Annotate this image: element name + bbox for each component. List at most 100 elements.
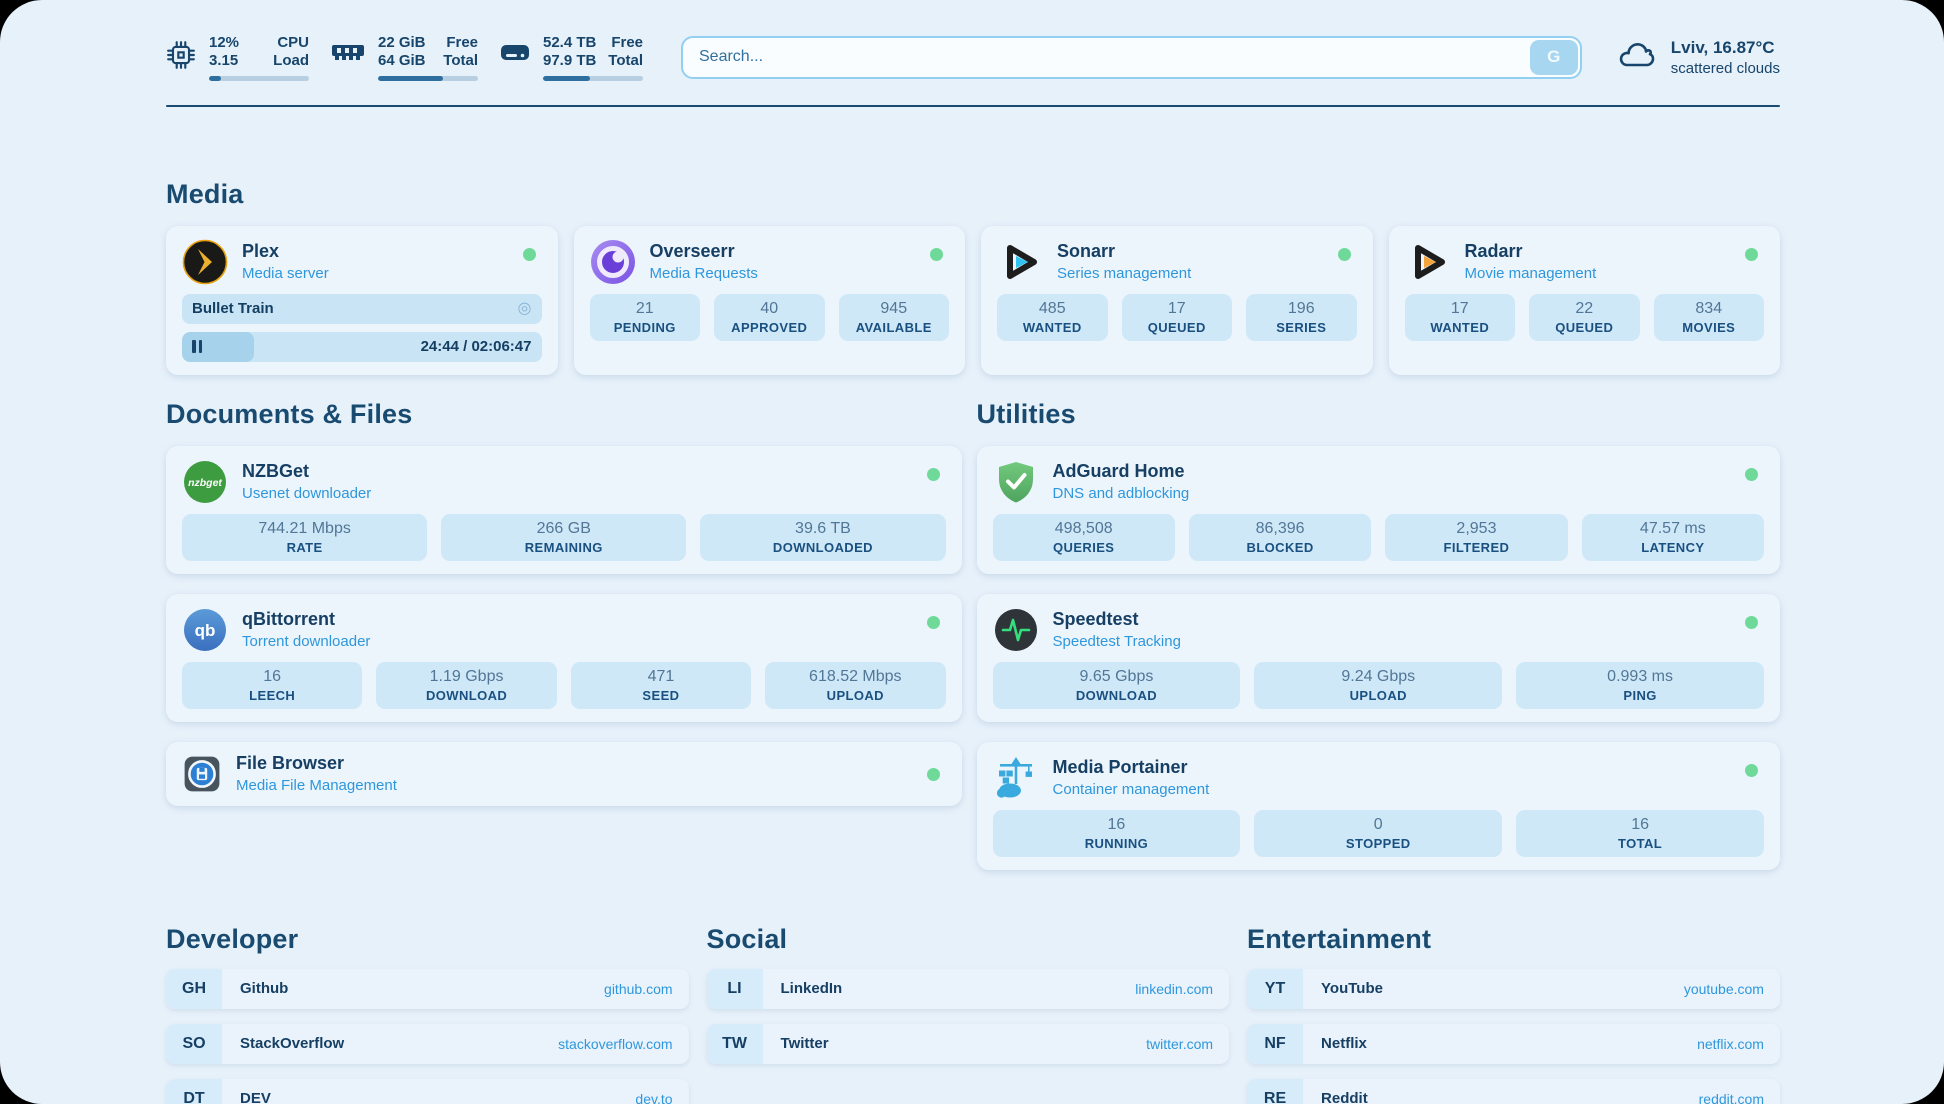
stat-label: WANTED [1023,320,1082,335]
bookmark-stackoverflow[interactable]: SO StackOverflow stackoverflow.com [166,1024,689,1064]
service-title: Media Portainer [1053,757,1210,779]
overseerr-icon [590,239,636,285]
service-card-filebrowser[interactable]: File Browser Media File Management [166,742,962,806]
stat-label: Total [608,52,643,70]
stat-upload: 9.24 Gbps UPLOAD [1254,662,1502,709]
bookmark-url: reddit.com [1699,1091,1764,1104]
stat-label: WANTED [1430,320,1489,335]
stat-label: AVAILABLE [856,320,932,335]
status-dot [1338,248,1351,261]
service-title: NZBGet [242,461,371,483]
entertainment-column: Entertainment YT YouTube youtube.com NF … [1247,924,1780,1104]
service-card-adguard[interactable]: AdGuard Home DNS and adblocking 498,508 … [977,446,1780,574]
stat-value: 744.21 Mbps [258,519,351,538]
dashboard-page: 12% 3.15 CPU Load [0,0,1944,1104]
stat-label: DOWNLOADED [773,540,873,555]
bookmark-youtube[interactable]: YT YouTube youtube.com [1247,969,1780,1009]
disk-icon [500,40,530,64]
search-input[interactable] [681,36,1582,79]
service-card-portainer[interactable]: Media Portainer Container management 16 … [977,742,1780,870]
sonarr-icon [997,239,1043,285]
pause-button[interactable] [192,340,202,353]
service-card-plex[interactable]: Plex Media server Bullet Train ◎ 24:44 /… [166,226,558,375]
status-dot [1745,248,1758,261]
cpu-values: 12% 3.15 [209,34,239,71]
service-card-speedtest[interactable]: Speedtest Speedtest Tracking 9.65 Gbps D… [977,594,1780,722]
stat-series: 196 SERIES [1246,294,1357,341]
stat-latency: 47.57 ms LATENCY [1582,514,1764,561]
stat-download: 9.65 Gbps DOWNLOAD [993,662,1241,709]
bookmark-url: dev.to [635,1091,672,1104]
status-dot [930,248,943,261]
stat-blocked: 86,396 BLOCKED [1189,514,1371,561]
stat-queued: 17 QUEUED [1122,294,1233,341]
playback-time: 24:44 / 02:06:47 [421,338,532,355]
radarr-icon [1405,239,1451,285]
bookmark-dev[interactable]: DT DEV dev.to [166,1079,689,1104]
stat-value: 0 [1374,815,1383,834]
status-dot [1745,764,1758,777]
status-dot [523,248,536,261]
stat-value: 16 [1108,815,1126,834]
stat-running: 16 RUNNING [993,810,1241,857]
stat-value: 39.6 TB [795,519,851,538]
bookmark-name: Netflix [1321,1035,1367,1052]
service-card-nzbget[interactable]: nzbget NZBGet Usenet downloader 744.21 M… [166,446,962,574]
service-card-qbittorrent[interactable]: qb qBittorrent Torrent downloader 16 LEE… [166,594,962,722]
bookmark-name: YouTube [1321,980,1383,997]
bookmark-github[interactable]: GH Github github.com [166,969,689,1009]
disk-labels: Free Total [608,34,643,71]
disk-progress-fill [543,76,590,81]
bookmark-abbr: LI [707,969,763,1009]
ram-progress-fill [378,76,443,81]
bookmark-netflix[interactable]: NF Netflix netflix.com [1247,1024,1780,1064]
section-title-social: Social [707,924,1230,955]
stat-label: PENDING [614,320,676,335]
ram-values: 22 GiB 64 GiB [378,34,426,71]
media-card-row: Plex Media server Bullet Train ◎ 24:44 /… [166,226,1780,375]
bookmark-name: DEV [240,1090,271,1104]
bookmark-reddit[interactable]: RE Reddit reddit.com [1247,1079,1780,1104]
service-subtitle: Usenet downloader [242,485,371,502]
stat-value: 17 [1168,299,1186,318]
service-subtitle: Speedtest Tracking [1053,633,1181,650]
status-dot [927,768,940,781]
stat-value: 22 [1575,299,1593,318]
bookmark-name: Twitter [781,1035,829,1052]
now-playing-options-icon[interactable]: ◎ [518,301,532,317]
service-card-overseerr[interactable]: Overseerr Media Requests 21 PENDING 40 A… [574,226,966,375]
stat-leech: 16 LEECH [182,662,362,709]
stat-value: 86,396 [1256,519,1305,538]
stat-value: 97.9 TB [543,52,596,70]
service-card-radarr[interactable]: Radarr Movie management 17 WANTED 22 QUE… [1389,226,1781,375]
stat-label: Free [443,34,478,52]
cpu-progress-track [209,76,309,81]
weather-location: Lviv, 16.87°C [1671,38,1780,58]
service-subtitle: Media File Management [236,777,397,794]
stat-label: Total [443,52,478,70]
stat-seed: 471 SEED [571,662,751,709]
stat-label: UPLOAD [827,688,884,703]
section-title-entertainment: Entertainment [1247,924,1780,955]
weather-widget[interactable]: Lviv, 16.87°C scattered clouds [1616,38,1780,77]
svg-text:qb: qb [195,621,216,640]
cpu-progress-fill [209,76,221,81]
stat-label: QUEUED [1148,320,1206,335]
adguard-icon [993,459,1039,505]
stat-label: SEED [642,688,679,703]
bookmark-linkedin[interactable]: LI LinkedIn linkedin.com [707,969,1230,1009]
service-card-sonarr[interactable]: Sonarr Series management 485 WANTED 17 Q… [981,226,1373,375]
service-title: Sonarr [1057,241,1191,263]
search-engine-button[interactable]: G [1530,40,1578,75]
disk-progress-track [543,76,643,81]
stat-remaining: 266 GB REMAINING [441,514,686,561]
bookmark-abbr: SO [166,1024,222,1064]
bookmark-twitter[interactable]: TW Twitter twitter.com [707,1024,1230,1064]
utilities-column: Utilities AdGuard Home DNS and [977,399,1780,870]
stat-label: FILTERED [1444,540,1510,555]
stat-value: 834 [1695,299,1722,318]
stat-value: 40 [760,299,778,318]
stat-label: TOTAL [1618,836,1662,851]
bookmark-url: twitter.com [1146,1036,1213,1052]
stat-value: 2,953 [1456,519,1496,538]
